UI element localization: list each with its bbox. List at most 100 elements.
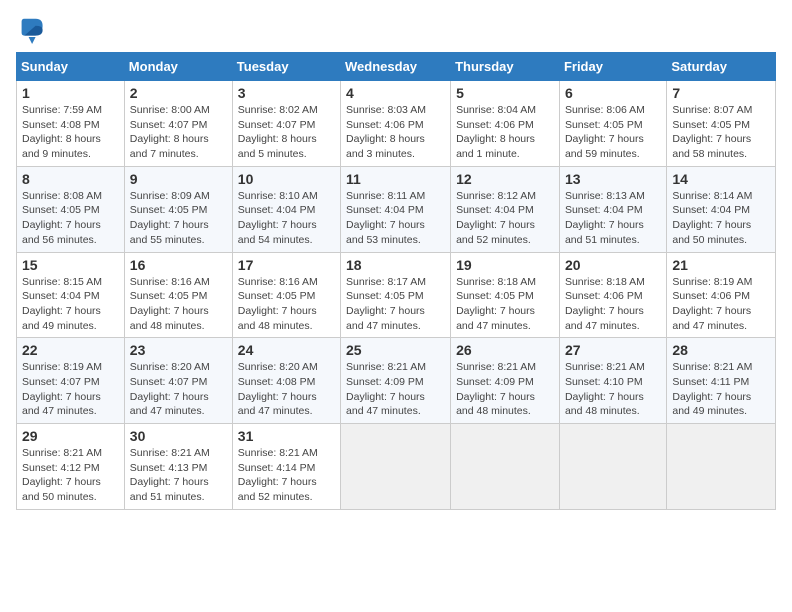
calendar-cell: 3 Sunrise: 8:02 AMSunset: 4:07 PMDaylight… [232,81,340,167]
calendar-cell: 9 Sunrise: 8:09 AMSunset: 4:05 PMDaylight… [124,166,232,252]
day-number: 11 [346,171,445,187]
header-tuesday: Tuesday [232,53,340,81]
logo-icon [16,16,44,44]
calendar-cell: 5 Sunrise: 8:04 AMSunset: 4:06 PMDaylight… [451,81,560,167]
day-number: 28 [672,342,770,358]
week-row-2: 8 Sunrise: 8:08 AMSunset: 4:05 PMDaylight… [17,166,776,252]
header-monday: Monday [124,53,232,81]
day-info: Sunrise: 8:04 AMSunset: 4:06 PMDaylight:… [456,103,554,162]
day-info: Sunrise: 8:15 AMSunset: 4:04 PMDaylight:… [22,275,119,334]
day-number: 12 [456,171,554,187]
day-number: 4 [346,85,445,101]
day-info: Sunrise: 8:06 AMSunset: 4:05 PMDaylight:… [565,103,661,162]
calendar-cell: 15 Sunrise: 8:15 AMSunset: 4:04 PMDayligh… [17,252,125,338]
day-info: Sunrise: 8:21 AMSunset: 4:12 PMDaylight:… [22,446,119,505]
logo [16,16,48,44]
day-info: Sunrise: 8:20 AMSunset: 4:07 PMDaylight:… [130,360,227,419]
calendar-cell: 17Sunrise: 8:16 AMSunset: 4:05 PMDayligh… [232,252,340,338]
day-info: Sunrise: 8:18 AMSunset: 4:06 PMDaylight:… [565,275,661,334]
day-info: Sunrise: 8:13 AMSunset: 4:04 PMDaylight:… [565,189,661,248]
day-info: Sunrise: 8:19 AMSunset: 4:06 PMDaylight:… [672,275,770,334]
calendar-cell [667,424,776,510]
calendar-cell: 12 Sunrise: 8:12 AMSunset: 4:04 PMDayligh… [451,166,560,252]
day-number: 2 [130,85,227,101]
calendar-cell: 19Sunrise: 8:18 AMSunset: 4:05 PMDayligh… [451,252,560,338]
day-number: 9 [130,171,227,187]
header-row: SundayMondayTuesdayWednesdayThursdayFrid… [17,53,776,81]
day-number: 23 [130,342,227,358]
day-info: Sunrise: 8:03 AMSunset: 4:06 PMDaylight:… [346,103,445,162]
header-friday: Friday [559,53,666,81]
calendar-cell: 25 Sunrise: 8:21 AMSunset: 4:09 PMDayligh… [341,338,451,424]
day-number: 8 [22,171,119,187]
day-info: Sunrise: 8:12 AMSunset: 4:04 PMDaylight:… [456,189,554,248]
header-wednesday: Wednesday [341,53,451,81]
week-row-4: 22 Sunrise: 8:19 AMSunset: 4:07 PMDayligh… [17,338,776,424]
week-row-1: 1Sunrise: 7:59 AMSunset: 4:08 PMDaylight… [17,81,776,167]
week-row-5: 29 Sunrise: 8:21 AMSunset: 4:12 PMDayligh… [17,424,776,510]
week-row-3: 15 Sunrise: 8:15 AMSunset: 4:04 PMDayligh… [17,252,776,338]
calendar-cell: 21 Sunrise: 8:19 AMSunset: 4:06 PMDayligh… [667,252,776,338]
day-number: 19 [456,257,554,273]
day-number: 22 [22,342,119,358]
day-number: 15 [22,257,119,273]
day-number: 30 [130,428,227,444]
day-info: Sunrise: 8:09 AMSunset: 4:05 PMDaylight:… [130,189,227,248]
header-sunday: Sunday [17,53,125,81]
calendar-cell [341,424,451,510]
day-number: 6 [565,85,661,101]
calendar-cell: 20 Sunrise: 8:18 AMSunset: 4:06 PMDayligh… [559,252,666,338]
day-info: Sunrise: 8:19 AMSunset: 4:07 PMDaylight:… [22,360,119,419]
calendar-cell: 2 Sunrise: 8:00 AMSunset: 4:07 PMDaylight… [124,81,232,167]
day-number: 14 [672,171,770,187]
day-number: 31 [238,428,335,444]
day-info: Sunrise: 8:00 AMSunset: 4:07 PMDaylight:… [130,103,227,162]
day-number: 25 [346,342,445,358]
calendar-cell: 31 Sunrise: 8:21 AMSunset: 4:14 PMDayligh… [232,424,340,510]
calendar-cell: 4 Sunrise: 8:03 AMSunset: 4:06 PMDaylight… [341,81,451,167]
calendar-cell [559,424,666,510]
day-info: Sunrise: 7:59 AMSunset: 4:08 PMDaylight:… [22,103,119,162]
header-thursday: Thursday [451,53,560,81]
day-number: 7 [672,85,770,101]
day-info: Sunrise: 8:20 AMSunset: 4:08 PMDaylight:… [238,360,335,419]
day-info: Sunrise: 8:21 AMSunset: 4:09 PMDaylight:… [456,360,554,419]
day-info: Sunrise: 8:08 AMSunset: 4:05 PMDaylight:… [22,189,119,248]
day-info: Sunrise: 8:21 AMSunset: 4:11 PMDaylight:… [672,360,770,419]
calendar-cell: 8 Sunrise: 8:08 AMSunset: 4:05 PMDaylight… [17,166,125,252]
day-info: Sunrise: 8:17 AMSunset: 4:05 PMDaylight:… [346,275,445,334]
calendar-cell: 10Sunrise: 8:10 AMSunset: 4:04 PMDayligh… [232,166,340,252]
day-info: Sunrise: 8:16 AMSunset: 4:05 PMDaylight:… [130,275,227,334]
day-number: 13 [565,171,661,187]
page-header [16,16,776,44]
calendar-cell [451,424,560,510]
day-number: 20 [565,257,661,273]
calendar-cell: 1Sunrise: 7:59 AMSunset: 4:08 PMDaylight… [17,81,125,167]
day-number: 27 [565,342,661,358]
header-saturday: Saturday [667,53,776,81]
calendar-cell: 22 Sunrise: 8:19 AMSunset: 4:07 PMDayligh… [17,338,125,424]
day-number: 21 [672,257,770,273]
calendar-cell: 30 Sunrise: 8:21 AMSunset: 4:13 PMDayligh… [124,424,232,510]
day-info: Sunrise: 8:21 AMSunset: 4:14 PMDaylight:… [238,446,335,505]
calendar-cell: 16 Sunrise: 8:16 AMSunset: 4:05 PMDayligh… [124,252,232,338]
calendar-cell: 18Sunrise: 8:17 AMSunset: 4:05 PMDayligh… [341,252,451,338]
day-number: 3 [238,85,335,101]
calendar-cell: 27 Sunrise: 8:21 AMSunset: 4:10 PMDayligh… [559,338,666,424]
calendar-cell: 13 Sunrise: 8:13 AMSunset: 4:04 PMDayligh… [559,166,666,252]
calendar-cell: 24Sunrise: 8:20 AMSunset: 4:08 PMDayligh… [232,338,340,424]
day-info: Sunrise: 8:21 AMSunset: 4:13 PMDaylight:… [130,446,227,505]
calendar-cell: 11Sunrise: 8:11 AMSunset: 4:04 PMDayligh… [341,166,451,252]
day-info: Sunrise: 8:10 AMSunset: 4:04 PMDaylight:… [238,189,335,248]
day-info: Sunrise: 8:21 AMSunset: 4:09 PMDaylight:… [346,360,445,419]
day-number: 16 [130,257,227,273]
day-number: 17 [238,257,335,273]
day-info: Sunrise: 8:02 AMSunset: 4:07 PMDaylight:… [238,103,335,162]
calendar-cell: 26Sunrise: 8:21 AMSunset: 4:09 PMDayligh… [451,338,560,424]
calendar-table: SundayMondayTuesdayWednesdayThursdayFrid… [16,52,776,510]
day-number: 29 [22,428,119,444]
calendar-cell: 7Sunrise: 8:07 AMSunset: 4:05 PMDaylight… [667,81,776,167]
day-number: 5 [456,85,554,101]
calendar-cell: 6 Sunrise: 8:06 AMSunset: 4:05 PMDaylight… [559,81,666,167]
day-info: Sunrise: 8:21 AMSunset: 4:10 PMDaylight:… [565,360,661,419]
